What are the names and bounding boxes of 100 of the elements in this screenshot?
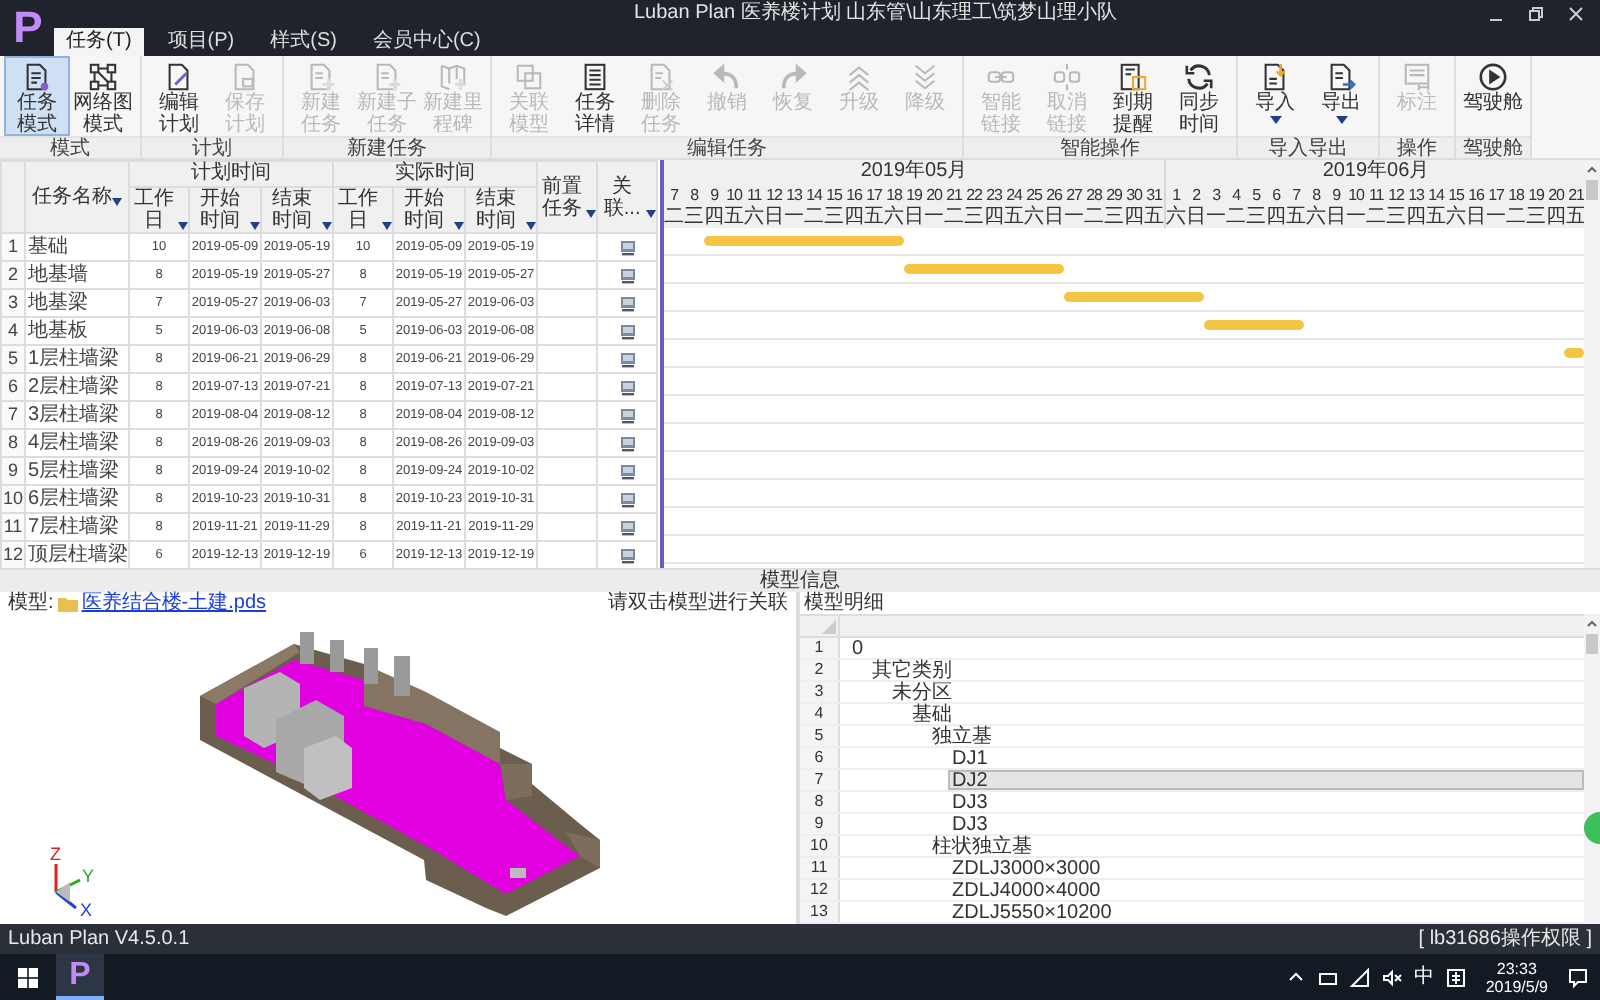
filter-icon[interactable] [322,222,333,230]
scroll-thumb[interactable] [1586,634,1598,654]
weekday-label: 三 [1386,206,1406,228]
model-icon[interactable] [619,463,636,479]
tree-item[interactable]: ZDLJ5550×10200 [948,902,1584,922]
toolbar-button[interactable]: 导入 [1242,56,1308,136]
taskbar-app-button[interactable]: P [56,954,104,1000]
tree-item[interactable]: ZDLJ3000×3000 [948,858,1584,878]
toolbar-button[interactable]: 任务详情 [562,56,628,136]
weekday-label: 四 [1266,206,1286,228]
row-number: 7 [800,770,840,790]
tree-item[interactable]: 其它类别 [868,660,1584,680]
day-number: 5 [1250,184,1263,206]
model-icon[interactable] [619,239,636,255]
filter-icon[interactable] [586,209,597,217]
weekday-label: 四 [1124,206,1144,228]
filter-icon[interactable] [382,222,393,230]
day-number: 26 [1044,184,1064,206]
weekday-label: 五 [864,206,884,228]
windows-icon [18,967,38,987]
tree-item[interactable]: DJ3 [948,792,1584,812]
menu-tab[interactable]: 会员中心(C) [360,28,493,56]
model-icon[interactable] [619,491,636,507]
table-cell-text: 2层柱墙梁 [28,375,122,399]
edit-icon [164,62,194,92]
day-number: 14 [1426,184,1446,206]
day-number: 23 [984,184,1004,206]
building-model-drawing[interactable] [200,632,600,916]
row-number: 2 [5,263,20,287]
row-number: 4 [5,319,20,343]
model-file-link[interactable]: 医养结合楼-土建.pds [81,592,267,616]
toolbar-button[interactable]: 编辑计划 [146,56,212,136]
model-icon[interactable] [619,547,636,563]
weekday-label: 二 [1506,206,1526,228]
notification-icon[interactable] [1568,967,1588,987]
model-icon[interactable] [619,407,636,423]
scrollbar[interactable] [1584,614,1600,924]
model-icon[interactable] [619,435,636,451]
sync-icon [1184,62,1214,92]
weekday-label: 三 [684,206,704,228]
axis-icon [54,864,81,910]
day-number: 18 [1506,184,1526,206]
model-icon[interactable] [619,295,636,311]
model-icon[interactable] [619,323,636,339]
model-icon[interactable] [619,267,636,283]
close-icon[interactable] [1568,6,1584,22]
play-icon [1478,62,1508,92]
weekday-label: 二 [1084,206,1104,228]
speaker-muted-icon[interactable] [1381,967,1402,987]
annotation-icon [1402,62,1432,92]
toolbar-button[interactable]: 驾驶舱 [1460,56,1526,136]
model-icon[interactable] [619,519,636,535]
day-number: 17 [864,184,884,206]
menu-tab[interactable]: 任务(T) [54,28,144,56]
tree-item[interactable]: DJ3 [948,814,1584,834]
filter-icon[interactable] [250,222,260,230]
tree-item[interactable]: 柱状独立基 [928,836,1584,856]
tree-item[interactable]: DJ1 [948,748,1584,768]
table-cell-text: 地基板 [28,319,90,343]
tree-item[interactable]: 未分区 [888,682,1584,702]
table-cell: 顶层柱墙梁 [28,543,127,567]
row-number: 8 [800,792,840,812]
scrollbar[interactable] [1584,160,1600,568]
filter-icon[interactable] [526,222,537,230]
day-number: 13 [784,184,804,206]
toolbar-button[interactable]: 同步时间 [1166,56,1232,136]
tree-item[interactable]: DJ2 [948,770,1584,790]
column-header: 结束时间 [474,188,519,232]
toolbar-button[interactable]: 任务模式 [4,56,70,136]
weekday-label: 五 [1286,206,1306,228]
day-number: 4 [1230,184,1243,206]
scroll-thumb[interactable] [1586,180,1598,200]
filter-icon[interactable] [178,222,188,230]
toolbar-button[interactable]: 网络图模式 [70,56,136,136]
weekday-label: 三 [824,206,844,228]
filter-icon[interactable] [646,209,657,217]
weekday-label: 二 [804,206,824,228]
day-number: 1 [1170,184,1183,205]
tree-item[interactable]: 基础 [908,704,1584,724]
panel-title: 模型明细 [804,592,884,614]
map-plus-icon [438,62,468,92]
toolbar-button[interactable]: 导出 [1308,56,1374,136]
keyboard-icon[interactable] [1445,967,1466,987]
model-icon[interactable] [619,351,636,367]
row-number: 6 [5,375,20,399]
tree-item[interactable]: 独立基 [928,726,1584,746]
restore-icon[interactable] [1528,6,1544,22]
menu-tab[interactable]: 项目(P) [155,28,247,56]
chevrons-up-icon [844,62,874,92]
filter-icon[interactable] [454,222,465,230]
menu-tab[interactable]: 样式(S) [258,28,349,56]
tree-item[interactable]: 0 [848,638,1584,658]
toolbar-button[interactable]: 到期提醒 [1100,56,1166,136]
input-method-indicator[interactable]: 中 [1413,965,1434,989]
corner-triangle-icon [822,620,836,634]
day-number: 22 [964,184,984,206]
filter-icon[interactable] [112,198,122,206]
model-icon[interactable] [619,379,636,395]
day-number: 10 [1346,184,1366,206]
tree-item[interactable]: ZDLJ4000×4000 [948,880,1584,900]
